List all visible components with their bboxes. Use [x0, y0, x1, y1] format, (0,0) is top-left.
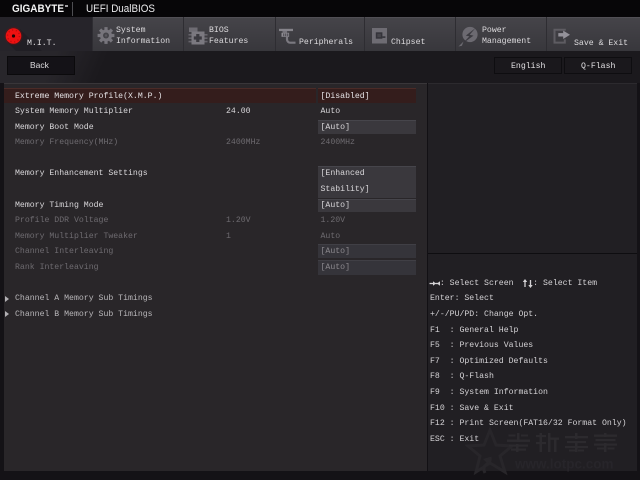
svg-text:www.lotpc.com: www.lotpc.com: [514, 457, 614, 472]
